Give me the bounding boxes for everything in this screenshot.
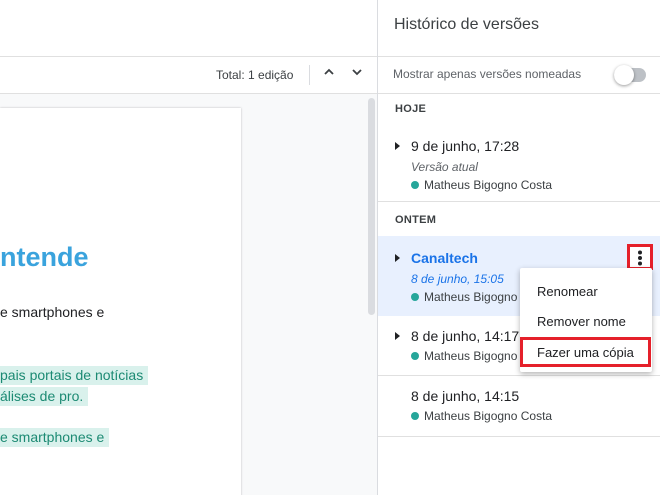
version-item[interactable]: 8 de junho, 14:15 Matheus Bigogno Costa bbox=[378, 378, 660, 434]
total-edits-label: Total: 1 edição bbox=[216, 68, 294, 82]
version-item[interactable]: 9 de junho, 17:28 Versão atual Matheus B… bbox=[378, 124, 660, 198]
document-area: Total: 1 edição ntende e smartphones e p… bbox=[0, 0, 377, 495]
version-author: Matheus Bigogno Costa bbox=[411, 409, 552, 423]
panel-divider bbox=[378, 436, 660, 437]
previous-edit-button[interactable] bbox=[320, 65, 338, 83]
menu-item-label: Fazer uma cópia bbox=[537, 345, 634, 360]
chevron-up-icon bbox=[324, 68, 334, 75]
version-title: Canaltech bbox=[411, 250, 478, 266]
document-line-highlighted: pais portais de notícias bbox=[0, 366, 149, 385]
next-edit-button[interactable] bbox=[348, 65, 366, 83]
panel-divider bbox=[378, 56, 660, 57]
document-line: e smartphones e bbox=[0, 304, 105, 320]
version-history-panel: Histórico de versões Mostrar apenas vers… bbox=[377, 0, 660, 495]
version-title: 8 de junho, 14:15 bbox=[411, 388, 520, 404]
version-subtitle: 8 de junho, 15:05 bbox=[411, 272, 504, 286]
version-subtitle: Versão atual bbox=[411, 160, 478, 174]
version-title: 8 de junho, 14:17 bbox=[411, 328, 520, 344]
expand-caret-icon[interactable] bbox=[395, 332, 400, 340]
document-line-highlighted: e smartphones e bbox=[0, 428, 110, 447]
author-color-dot bbox=[411, 181, 419, 189]
panel-divider bbox=[378, 93, 660, 94]
document-scrollbar-thumb[interactable] bbox=[368, 98, 375, 315]
version-author: Matheus Bigogno Costa bbox=[411, 178, 552, 192]
panel-divider bbox=[378, 375, 660, 376]
document-topbar bbox=[0, 0, 377, 57]
more-actions-button[interactable] bbox=[627, 244, 653, 270]
author-color-dot bbox=[411, 412, 419, 420]
author-color-dot bbox=[411, 352, 419, 360]
document-line-highlighted: álises de pro. bbox=[0, 387, 89, 406]
toggle-knob bbox=[614, 65, 634, 85]
named-versions-toggle[interactable] bbox=[614, 65, 646, 85]
section-label-yesterday: ONTEM bbox=[395, 214, 437, 226]
panel-title: Histórico de versões bbox=[394, 16, 539, 33]
author-color-dot bbox=[411, 293, 419, 301]
edit-navigation-toolbar: Total: 1 edição bbox=[0, 57, 377, 94]
chevron-down-icon bbox=[352, 69, 362, 76]
menu-item-make-copy[interactable]: Fazer uma cópia bbox=[520, 337, 651, 367]
toolbar-divider bbox=[309, 65, 310, 85]
named-versions-label: Mostrar apenas versões nomeadas bbox=[393, 67, 582, 81]
menu-item-remove-name[interactable]: Remover nome bbox=[520, 306, 652, 336]
expand-caret-icon[interactable] bbox=[395, 142, 400, 150]
menu-item-rename[interactable]: Renomear bbox=[520, 276, 652, 306]
more-vert-icon bbox=[638, 250, 642, 266]
section-label-today: HOJE bbox=[395, 103, 427, 115]
expand-caret-icon[interactable] bbox=[395, 254, 400, 262]
author-name: Matheus Bigogno Costa bbox=[424, 178, 553, 192]
version-context-menu: Renomear Remover nome Fazer uma cópia bbox=[520, 268, 652, 372]
author-name: Matheus Bigogno Costa bbox=[424, 409, 553, 423]
menu-item-label: Remover nome bbox=[537, 314, 626, 329]
panel-divider bbox=[378, 201, 660, 202]
menu-item-label: Renomear bbox=[537, 284, 598, 299]
version-title: 9 de junho, 17:28 bbox=[411, 138, 520, 154]
document-heading: ntende bbox=[0, 242, 89, 272]
